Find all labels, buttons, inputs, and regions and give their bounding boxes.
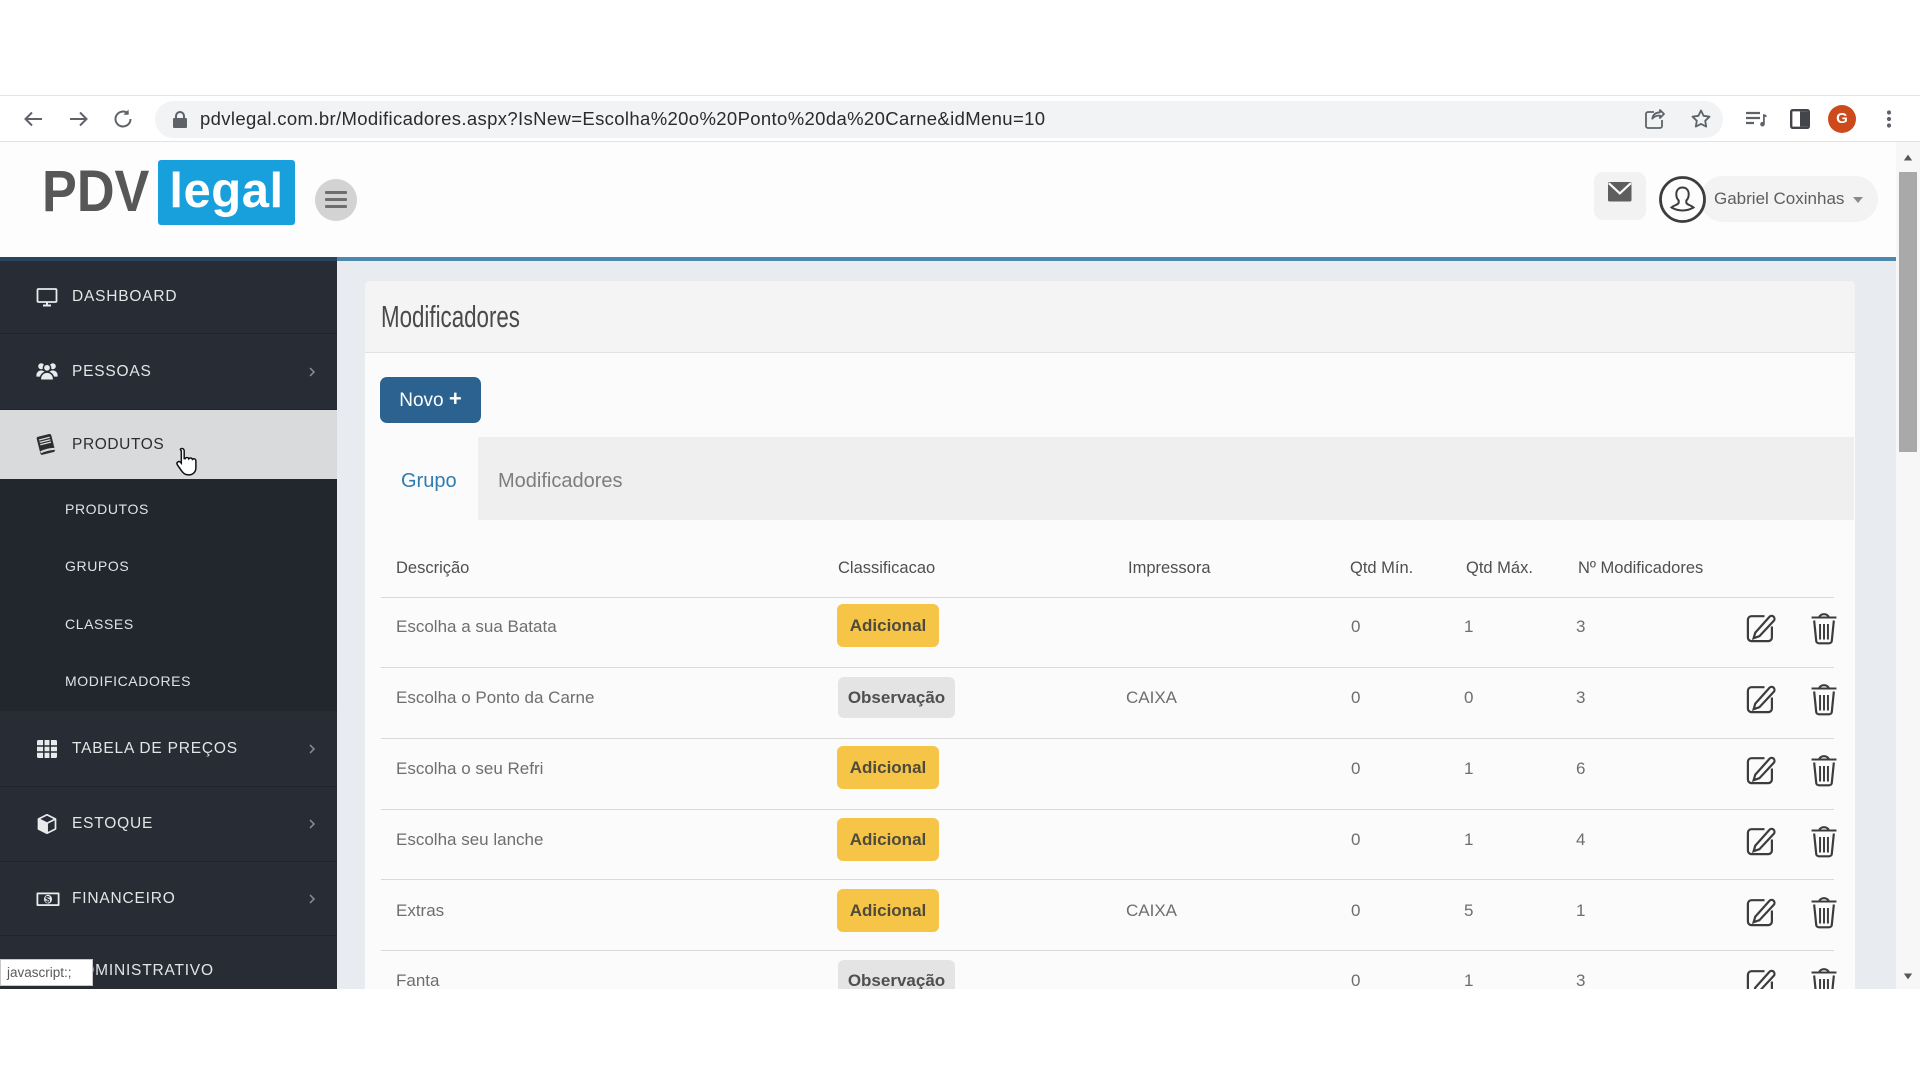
svg-text:$: $ xyxy=(45,894,51,904)
